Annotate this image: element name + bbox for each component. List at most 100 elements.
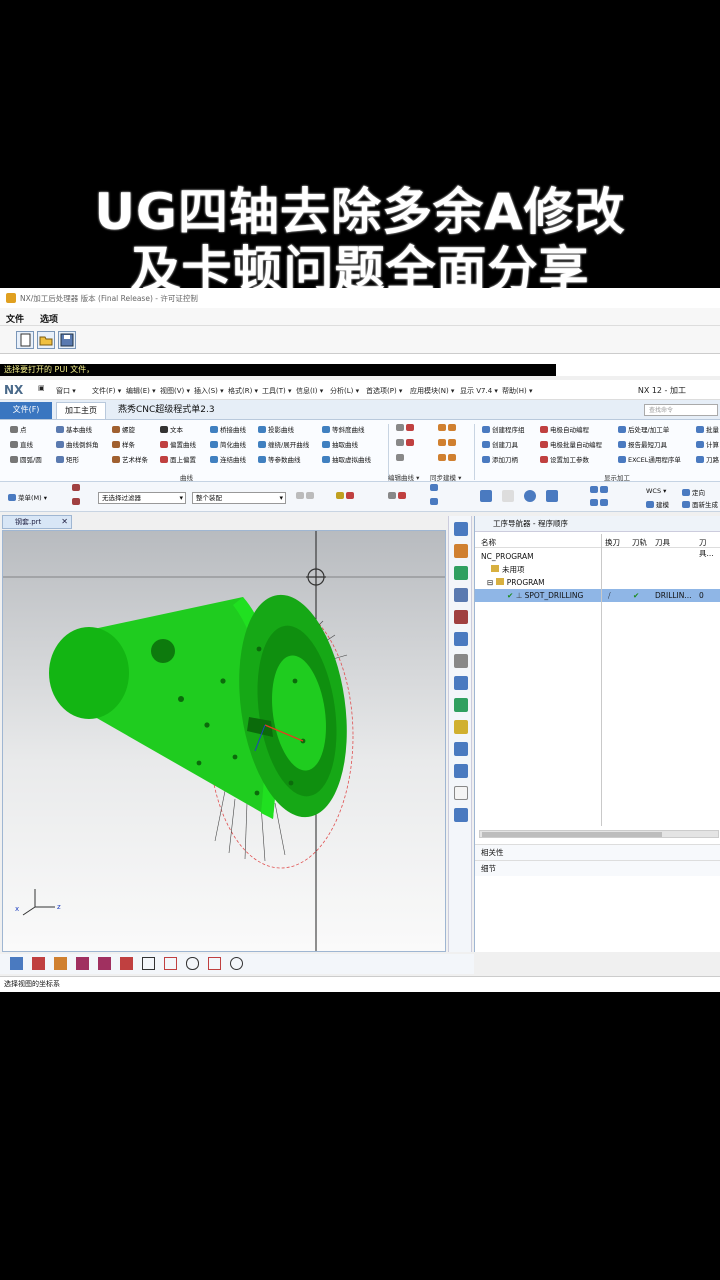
dependencies-section[interactable]: 相关性 [475,844,720,860]
create-program-group-button[interactable]: 创建程序组 [482,424,525,434]
ribbon-bridge-curve[interactable]: 桥接曲线 [210,424,246,434]
edit-curve-icon-3[interactable] [396,454,406,462]
geometry-icon[interactable] [454,588,468,602]
bottom-tool-icon-9[interactable] [186,957,199,970]
ribbon-project-curve[interactable]: 投影曲线 [258,424,294,434]
bottom-tool-icon-8[interactable] [164,957,177,970]
menu-edit[interactable]: 编辑(E) ▾ [126,386,156,396]
render-icon[interactable] [546,490,560,503]
ribbon-simplify-curve[interactable]: 简化曲线 [210,439,246,449]
menu-info[interactable]: 信息(I) ▾ [296,386,323,396]
ribbon-text[interactable]: 文本 [160,424,183,434]
menu-display[interactable]: 显示 V7.4 ▾ [460,386,498,396]
sync-modeling-icon-3[interactable] [438,454,458,462]
tab-yanxiu-cnc[interactable]: 燕秀CNC超级程式单2.3 [110,402,223,419]
bottom-tool-icon-7[interactable] [142,957,155,970]
ribbon-basic-curve[interactable]: 基本曲线 [56,424,92,434]
menu-help[interactable]: 帮助(H) ▾ [502,386,532,396]
table-row[interactable]: 未用项 [475,563,720,576]
snap-point-icon[interactable] [336,492,356,500]
batch-button[interactable]: 批量 [696,424,719,434]
electrode-batch-button[interactable]: 电极批量自动编程 [540,439,602,449]
new-file-icon[interactable] [16,331,34,349]
wcs-dropdown[interactable]: WCS ▾ [646,487,666,495]
add-holder-button[interactable]: 添加刀柄 [482,454,518,464]
view-icon[interactable] [430,484,440,492]
close-icon[interactable]: ✕ [61,516,68,528]
hd3d-icon[interactable] [454,720,468,734]
bottom-tool-icon-5[interactable] [98,957,111,970]
build-button[interactable]: 建模 [646,499,669,509]
scrollbar-thumb[interactable] [482,832,662,837]
toolpath-button[interactable]: 刀路 [696,454,719,464]
table-row[interactable]: ⊟ PROGRAM [475,576,720,589]
bottom-tool-icon-3[interactable] [54,957,67,970]
machine-tool-icon[interactable] [454,544,468,558]
menu-preferences[interactable]: 首选项(P) ▾ [366,386,402,396]
filter-icon-2[interactable] [72,498,82,506]
table-row[interactable]: NC_PROGRAM [475,550,720,563]
history-icon[interactable] [454,698,468,712]
edit-curve-icon-1[interactable] [396,424,416,432]
set-params-button[interactable]: 设置加工参数 [540,454,589,464]
electrode-auto-button[interactable]: 电极自动编程 [540,424,589,434]
web-browser-icon[interactable] [454,742,468,756]
orient-button[interactable]: 定向 [682,487,705,497]
assembly-navigator-icon[interactable] [454,654,468,668]
refresh-button[interactable]: 面新生成 [682,499,718,509]
view-toolbar-icon-1[interactable] [480,490,494,503]
operation-navigator-icon[interactable] [454,522,468,536]
ribbon-helix[interactable]: 螺旋 [112,424,135,434]
sync-modeling-icon-1[interactable] [438,424,458,432]
menu-insert[interactable]: 插入(S) ▾ [194,386,224,396]
reuse-library-icon[interactable] [454,676,468,690]
part-navigator-icon[interactable] [454,632,468,646]
snap-option-icon[interactable] [388,492,408,500]
menu-applications[interactable]: 应用模块(N) ▾ [410,386,454,396]
menu-button[interactable]: 菜单(M) ▾ [8,492,47,502]
view-toolbar-icon-2[interactable] [502,490,516,503]
bottom-tool-icon-11[interactable] [230,957,243,970]
filter-icon[interactable] [72,484,82,492]
snap-icon[interactable] [296,492,316,500]
bottom-tool-icon-6[interactable] [120,957,133,970]
excel-sheet-button[interactable]: EXCEL通用程序单 [618,454,681,464]
layer-icon-2[interactable] [590,499,610,507]
view-icon-2[interactable] [430,498,440,506]
menu-window[interactable]: 窗口 ▾ [56,386,76,396]
rotate-icon[interactable] [524,490,538,503]
ribbon-spline[interactable]: 样条 [112,439,135,449]
table-row-selected[interactable]: ✔ ⊥ SPOT_DRILLING ⧸ ✔ DRILLIN... 0 [475,589,720,602]
selection-filter-select[interactable]: 无选择过滤器 [98,492,186,504]
ribbon-point[interactable]: 点 [10,424,27,434]
sync-modeling-icon-2[interactable] [438,439,458,447]
ribbon-arc[interactable]: 圆弧/圆 [10,454,42,464]
layer-icon[interactable] [590,486,610,494]
expand-icon[interactable]: ⊟ [487,578,493,587]
menu-file[interactable]: 文件(F) ▾ [92,386,121,396]
method-icon[interactable] [454,610,468,624]
open-folder-icon[interactable] [37,331,55,349]
create-tool-button[interactable]: 创建刀具 [482,439,518,449]
edit-curve-icon-2[interactable] [396,439,416,447]
system-scenes-icon[interactable] [454,808,468,822]
compute-button[interactable]: 计算 [696,439,719,449]
command-search-input[interactable]: 查找命令 [644,404,718,416]
menu-file[interactable]: 文件 [6,312,24,325]
ribbon-wrap-curve[interactable]: 缠绕/展开曲线 [258,439,309,449]
col-tool-change[interactable]: 换刀 [605,537,620,548]
graphics-viewport[interactable]: z x [2,530,446,952]
tab-file[interactable]: 文件(F) [0,402,52,419]
bottom-tool-icon-10[interactable] [208,957,221,970]
col-tool[interactable]: 刀具 [655,537,670,548]
ribbon-extract-curve[interactable]: 抽取曲线 [322,439,358,449]
report-tool-button[interactable]: 报告最短刀具 [618,439,667,449]
menu-options[interactable]: 选项 [40,312,58,325]
post-process-button[interactable]: 后处理/加工单 [618,424,669,434]
assembly-scope-select[interactable]: 整个装配 [192,492,286,504]
menu-view[interactable]: 视图(V) ▾ [160,386,190,396]
horizontal-scrollbar[interactable] [479,830,719,838]
roles-icon[interactable] [454,786,468,800]
bottom-tool-icon-1[interactable] [10,957,23,970]
ribbon-curve-chamfer[interactable]: 曲线倒斜角 [56,439,99,449]
